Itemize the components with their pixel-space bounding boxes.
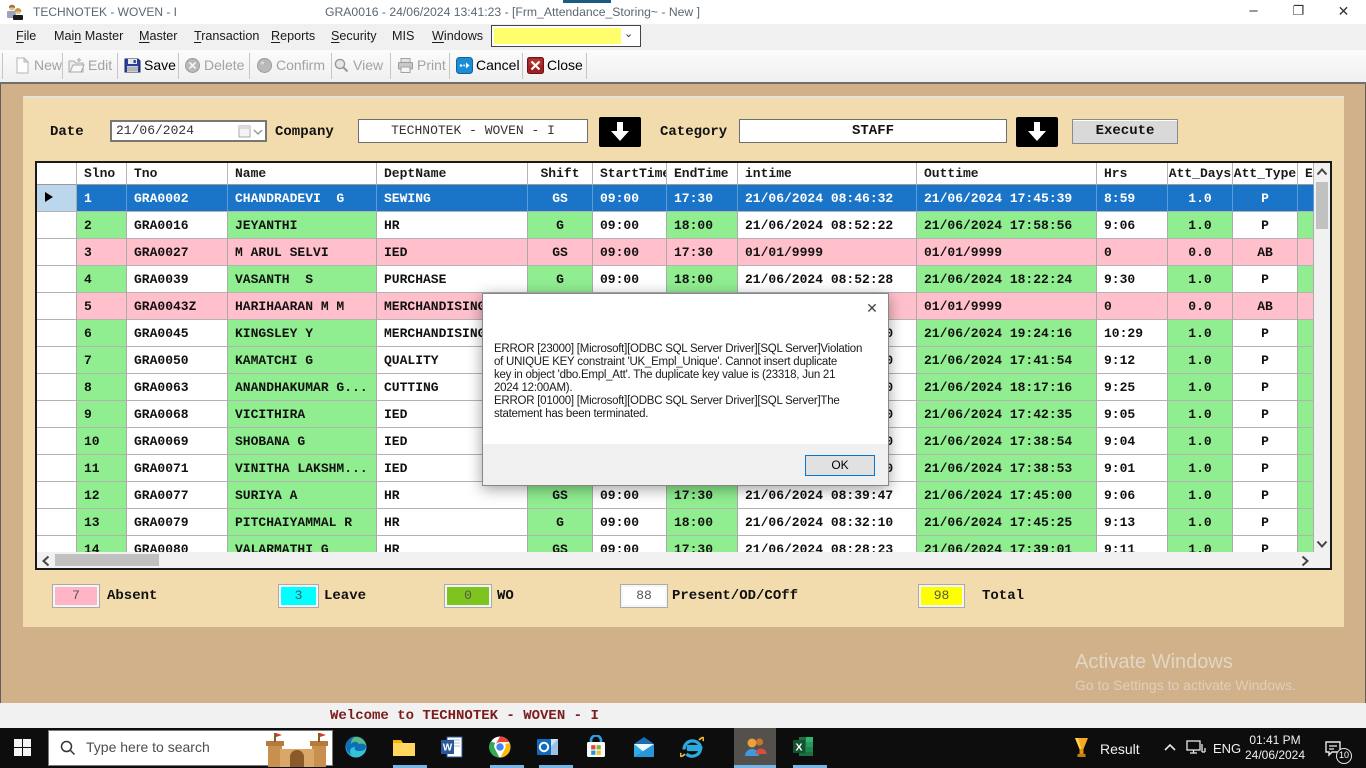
svg-text:W: W xyxy=(443,743,453,754)
svg-text:X: X xyxy=(795,742,802,754)
